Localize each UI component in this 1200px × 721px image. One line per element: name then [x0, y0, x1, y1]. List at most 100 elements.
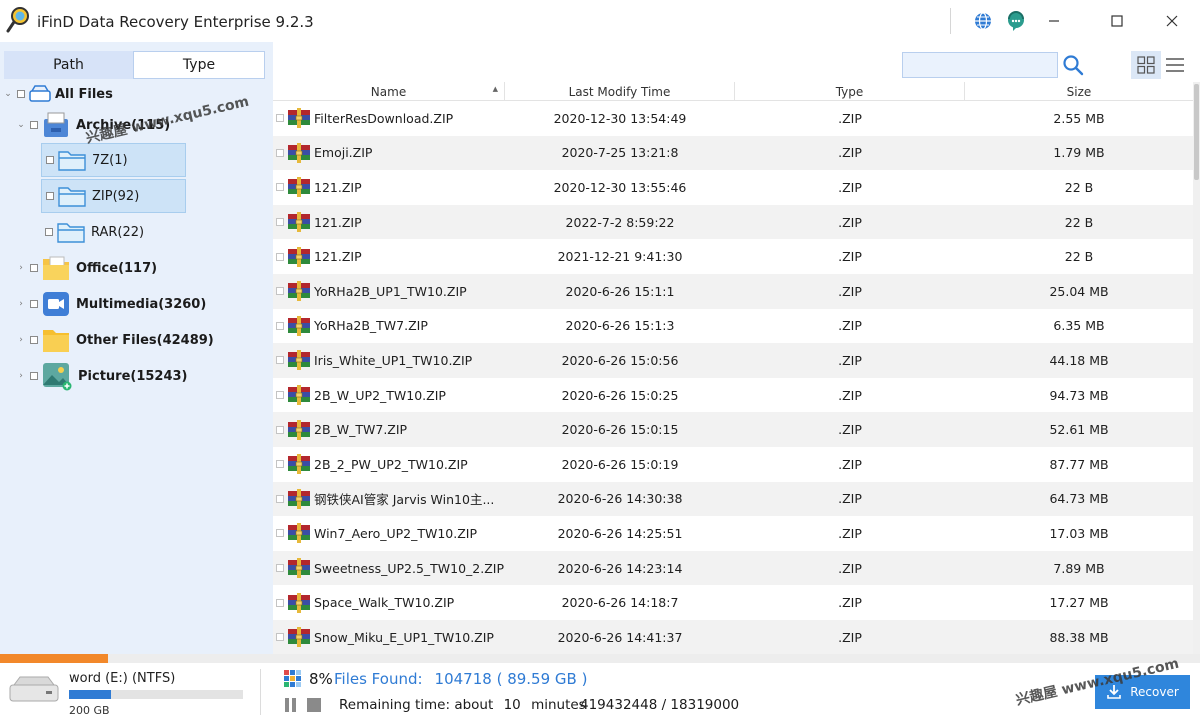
tree-item-multimedia[interactable]: › Multimedia(3260) [16, 287, 206, 321]
search-icon[interactable] [1062, 54, 1084, 76]
row-checkbox[interactable] [276, 252, 284, 261]
table-row[interactable]: Space_Walk_TW10.ZIP 2020-6-26 14:18:7 .ZIP… [273, 585, 1193, 620]
column-header-size[interactable]: Size [965, 82, 1193, 101]
file-name: 121.ZIP [314, 179, 362, 195]
tree-item-rar[interactable]: RAR(22) [41, 215, 144, 249]
tree-item-all-files[interactable]: ⌄ All Files [3, 77, 113, 111]
row-checkbox[interactable] [276, 425, 284, 434]
zip-archive-icon [287, 557, 311, 579]
table-row[interactable]: Emoji.ZIP 2020-7-25 13:21:8 .ZIP 1.79 MB [273, 135, 1193, 171]
remaining-label: Remaining time: about [339, 697, 494, 713]
table-row[interactable]: 121.ZIP 2022-7-2 8:59:22 .ZIP 22 B [273, 204, 1193, 240]
table-row[interactable]: 2B_2_PW_UP2_TW10.ZIP 2020-6-26 15:0:19 .ZI… [273, 447, 1193, 482]
table-row[interactable]: YoRHa2B_TW7.ZIP 2020-6-26 15:1:3 .ZIP 6.35 … [273, 309, 1193, 344]
row-checkbox[interactable] [276, 287, 284, 296]
row-checkbox[interactable] [276, 114, 284, 123]
zip-archive-icon [287, 280, 311, 302]
row-checkbox[interactable] [276, 633, 284, 642]
tree-label-multimedia: Multimedia(3260) [76, 296, 207, 312]
table-row[interactable]: 2B_W_UP2_TW10.ZIP 2020-6-26 15:0:25 .ZIP 94… [273, 378, 1193, 413]
app-logo-icon [5, 5, 33, 35]
table-row[interactable]: Snow_Miku_E_UP1_TW10.ZIP 2020-6-26 14:41:… [273, 619, 1193, 654]
grid-view-icon[interactable] [1131, 51, 1161, 79]
tree-item-other-files[interactable]: › Other Files(42489) [16, 323, 214, 357]
expand-arrow-icon[interactable]: › [16, 299, 26, 309]
scan-progress-icon [284, 670, 302, 688]
zip-archive-icon [287, 626, 311, 648]
support-chat-icon[interactable] [1004, 9, 1028, 33]
language-globe-icon[interactable] [971, 9, 995, 33]
file-time: 2020-6-26 15:0:56 [561, 352, 679, 368]
table-row[interactable]: Win7_Aero_UP2_TW10.ZIP 2020-6-26 14:25:51… [273, 516, 1193, 551]
table-row[interactable]: 2B_W_TW7.ZIP 2020-6-26 15:0:15 .ZIP 52.61 M… [273, 412, 1193, 447]
file-size: 22 B [1064, 214, 1094, 230]
tree-checkbox[interactable] [30, 300, 38, 308]
tree-item-zip[interactable]: ZIP(92) [41, 179, 186, 213]
row-checkbox[interactable] [276, 148, 284, 157]
folder-icon [43, 330, 69, 352]
table-row[interactable]: FilterResDownload.ZIP 2020-12-30 13:54:49… [273, 101, 1193, 136]
row-checkbox[interactable] [276, 529, 284, 538]
row-checkbox[interactable] [276, 356, 284, 365]
row-checkbox[interactable] [276, 564, 284, 573]
vertical-scrollbar[interactable] [1193, 82, 1200, 654]
expand-arrow-icon[interactable]: ⌄ [3, 89, 13, 99]
archive-cabinet-icon [44, 112, 68, 137]
table-row[interactable]: Iris_White_UP1_TW10.ZIP 2020-6-26 15:0:56… [273, 343, 1193, 378]
scan-percent: 8% [309, 670, 333, 688]
scrollbar-thumb[interactable] [1194, 84, 1199, 180]
tree-checkbox[interactable] [45, 228, 53, 236]
tree-checkbox[interactable] [17, 90, 25, 98]
zip-archive-icon [287, 107, 311, 129]
list-view-icon[interactable] [1161, 51, 1189, 79]
row-checkbox[interactable] [276, 218, 284, 227]
tree-checkbox[interactable] [46, 192, 54, 200]
search-input[interactable] [902, 52, 1058, 78]
row-checkbox[interactable] [276, 391, 284, 400]
stop-button[interactable] [307, 698, 321, 712]
row-checkbox[interactable] [276, 183, 284, 192]
tree-item-7z[interactable]: 7Z(1) [41, 143, 186, 177]
zip-archive-icon [287, 453, 311, 475]
row-checkbox[interactable] [276, 494, 284, 503]
expand-arrow-icon[interactable]: › [16, 335, 26, 345]
file-name: 121.ZIP [314, 214, 362, 230]
column-header-name[interactable]: Name ▲ [273, 82, 505, 101]
folder-icon [58, 151, 86, 171]
tree-checkbox[interactable] [30, 121, 38, 129]
close-button[interactable] [1152, 8, 1192, 34]
expand-arrow-icon[interactable]: › [16, 371, 26, 381]
tree-checkbox[interactable] [30, 336, 38, 344]
file-type: .ZIP [838, 145, 862, 161]
row-checkbox[interactable] [276, 598, 284, 607]
row-checkbox[interactable] [276, 321, 284, 330]
file-type: .ZIP [838, 387, 862, 403]
column-header-time[interactable]: Last Modify Time [505, 82, 735, 101]
tree-checkbox[interactable] [30, 372, 38, 380]
tab-type[interactable]: Type [133, 51, 265, 79]
pause-button[interactable] [285, 698, 297, 712]
tree-checkbox[interactable] [30, 264, 38, 272]
tree-checkbox[interactable] [46, 156, 54, 164]
tree-item-picture[interactable]: › Picture(15243) [16, 359, 188, 393]
maximize-button[interactable] [1097, 8, 1137, 34]
row-checkbox[interactable] [276, 460, 284, 469]
tab-path[interactable]: Path [4, 51, 133, 79]
table-row[interactable]: 121.ZIP 2020-12-30 13:55:46 .ZIP 22 B [273, 170, 1193, 205]
file-time: 2020-7-25 13:21:8 [561, 145, 679, 161]
file-table-header: Name ▲ Last Modify Time Type Size [273, 82, 1193, 101]
collapse-arrow-icon[interactable]: ⌄ [16, 120, 26, 130]
table-row[interactable]: Sweetness_UP2.5_TW10_2.ZIP 2020-6-26 14:2… [273, 550, 1193, 586]
tree-item-office[interactable]: › Office(117) [16, 251, 157, 285]
table-row[interactable]: YoRHa2B_UP1_TW10.ZIP 2020-6-26 15:1:1 .ZIP… [273, 273, 1193, 309]
table-row[interactable]: 121.ZIP 2021-12-21 9:41:30 .ZIP 22 B [273, 239, 1193, 274]
file-type: .ZIP [838, 318, 862, 334]
table-row[interactable]: 钢铁侠AI管家 Jarvis Win10主... 2020-6-26 14:30:… [273, 481, 1193, 517]
zip-archive-icon [287, 142, 311, 164]
file-size: 2.55 MB [1053, 110, 1105, 126]
file-type: .ZIP [838, 456, 862, 472]
expand-arrow-icon[interactable]: › [16, 263, 26, 273]
minimize-button[interactable] [1034, 8, 1074, 34]
column-header-type[interactable]: Type [735, 82, 965, 101]
file-time: 2022-7-2 8:59:22 [565, 214, 675, 230]
